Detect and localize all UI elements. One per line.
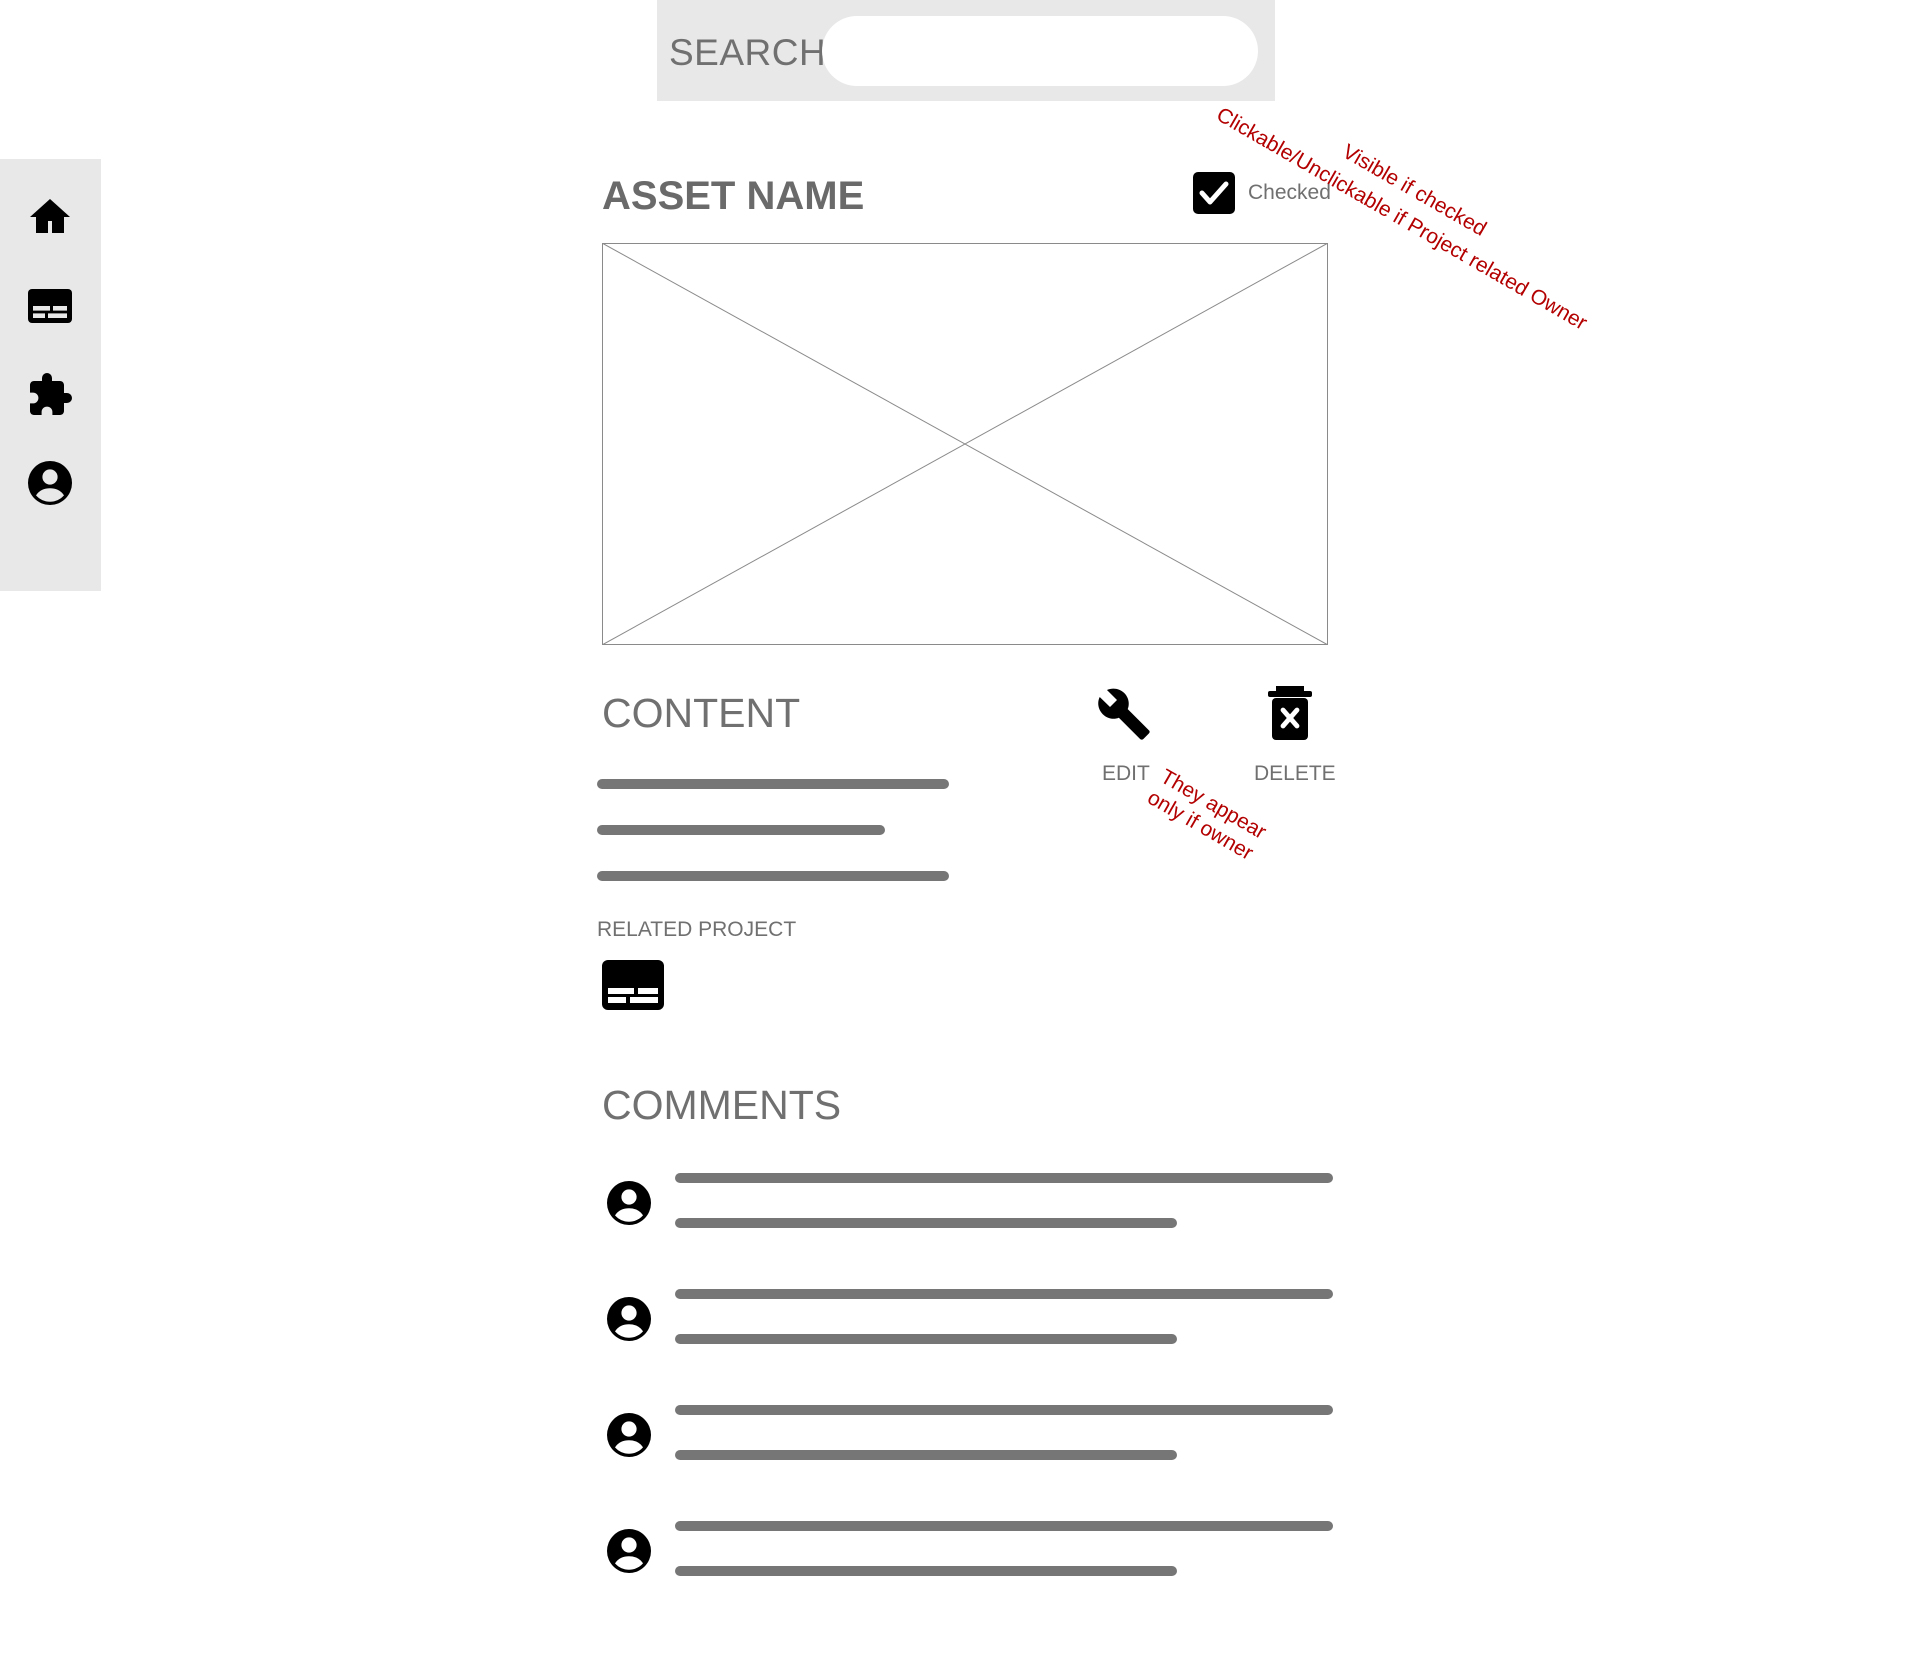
sidebar xyxy=(0,159,101,591)
comment-text-line xyxy=(675,1566,1177,1576)
comment-text-line xyxy=(675,1334,1177,1344)
delete-label[interactable]: DELETE xyxy=(1254,762,1336,786)
comment-text-line xyxy=(675,1521,1333,1531)
comment-text-line xyxy=(675,1173,1333,1183)
image-placeholder xyxy=(602,243,1328,645)
avatar-icon xyxy=(607,1529,651,1573)
avatar-icon xyxy=(607,1297,651,1341)
project-icon[interactable] xyxy=(602,960,664,1010)
search-input[interactable] xyxy=(822,16,1258,86)
sidebar-account-icon[interactable] xyxy=(26,459,74,507)
comments-heading: COMMENTS xyxy=(602,1082,842,1128)
content-text-line xyxy=(597,871,949,881)
sidebar-home-icon[interactable] xyxy=(26,193,74,241)
check-icon xyxy=(1199,181,1229,205)
comment-text-line xyxy=(675,1450,1177,1460)
sidebar-puzzle-icon[interactable] xyxy=(26,371,74,419)
related-project-label: RELATED PROJECT xyxy=(597,918,797,941)
avatar-icon xyxy=(607,1413,651,1457)
comment-text-line xyxy=(675,1405,1333,1415)
content-text-line xyxy=(597,779,949,789)
search-label: SEARCH xyxy=(669,32,827,73)
content-heading: CONTENT xyxy=(602,690,801,736)
asset-name-title: ASSET NAME xyxy=(602,174,865,218)
checked-checkbox[interactable] xyxy=(1193,172,1235,214)
wrench-icon[interactable] xyxy=(1096,686,1152,742)
edit-label[interactable]: EDIT xyxy=(1102,762,1150,786)
sidebar-project-icon[interactable] xyxy=(26,281,74,329)
content-text-line xyxy=(597,825,885,835)
comment-text-line xyxy=(675,1289,1333,1299)
comment-text-line xyxy=(675,1218,1177,1228)
avatar-icon xyxy=(607,1181,651,1225)
trash-icon[interactable] xyxy=(1266,686,1314,740)
